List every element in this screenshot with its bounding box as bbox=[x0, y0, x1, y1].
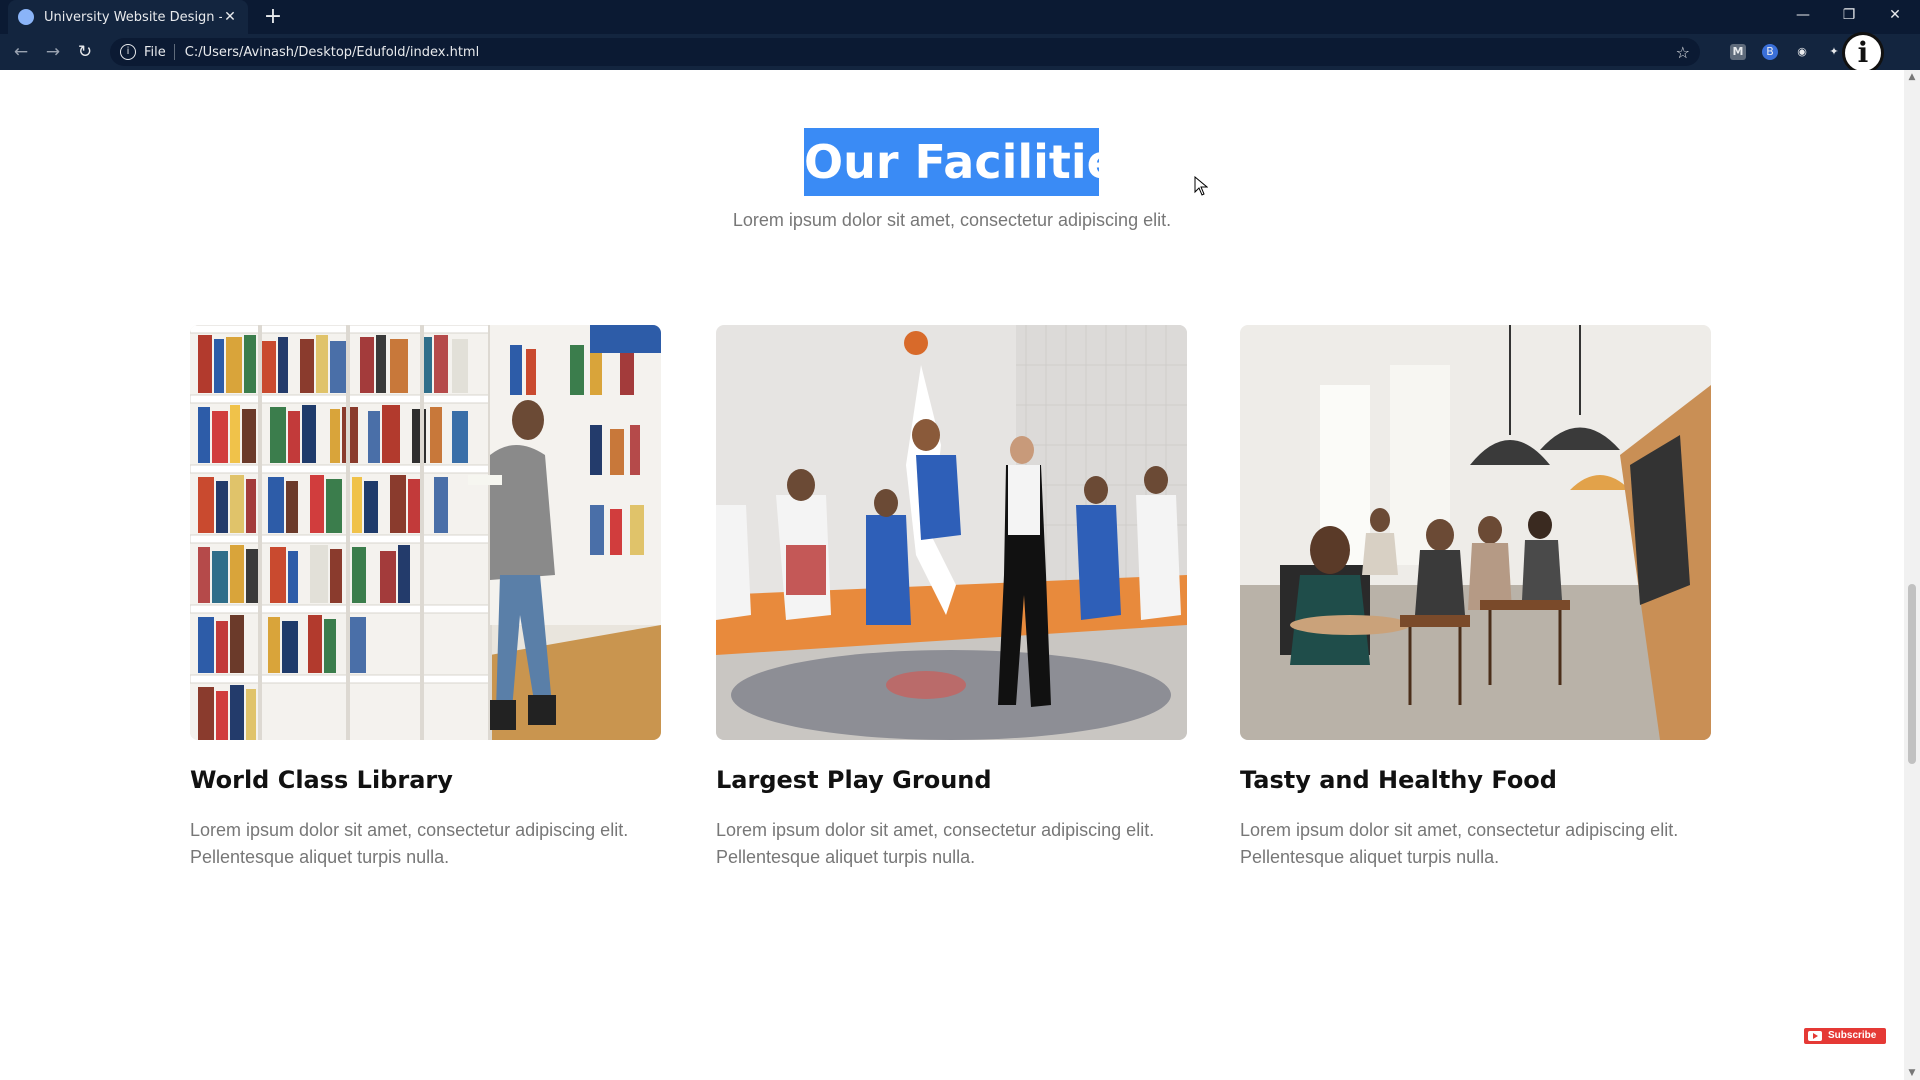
facility-card: World Class Library Lorem ipsum dolor si… bbox=[190, 325, 661, 871]
tab-strip: University Website Design - Easy ✕ + — ❐… bbox=[0, 0, 1920, 34]
divider bbox=[173, 44, 175, 60]
minimize-icon[interactable]: — bbox=[1780, 0, 1826, 34]
browser-toolbar: ← → ↻ i File C:/Users/Avinash/Desktop/Ed… bbox=[0, 34, 1920, 70]
subscribe-label: Subscribe bbox=[1828, 1030, 1877, 1041]
library-photo bbox=[190, 325, 661, 740]
section-subtitle: Lorem ipsum dolor sit amet, consectetur … bbox=[732, 210, 1172, 230]
facility-card: Largest Play Ground Lorem ipsum dolor si… bbox=[716, 325, 1187, 871]
extension-m-icon[interactable]: M bbox=[1730, 44, 1746, 60]
scroll-down-icon[interactable]: ▼ bbox=[1904, 1068, 1920, 1078]
youtube-icon bbox=[1808, 1031, 1822, 1041]
subscribe-button[interactable]: Subscribe bbox=[1804, 1028, 1886, 1044]
puzzle-icon[interactable]: ✦ bbox=[1826, 44, 1842, 60]
card-title: World Class Library bbox=[190, 766, 453, 794]
tab-title: University Website Design - Easy bbox=[44, 9, 222, 25]
url-text[interactable]: C:/Users/Avinash/Desktop/Edufold/index.h… bbox=[185, 45, 479, 60]
card-text: Lorem ipsum dolor sit amet, consectetur … bbox=[716, 819, 1155, 867]
address-bar[interactable]: i File C:/Users/Avinash/Desktop/Edufold/… bbox=[110, 38, 1700, 66]
card-title: Tasty and Healthy Food bbox=[1240, 766, 1557, 794]
bookmark-star-icon[interactable]: ☆ bbox=[1676, 43, 1690, 62]
page-scrollbar[interactable]: ▲ ▼ bbox=[1904, 70, 1920, 1080]
scheme-label: File bbox=[144, 44, 166, 60]
card-title: Largest Play Ground bbox=[716, 766, 992, 794]
camera-icon[interactable]: ◉ bbox=[1794, 44, 1810, 60]
web-page: Our Facilities Lorem ipsum dolor sit ame… bbox=[0, 70, 1904, 1080]
scroll-up-icon[interactable]: ▲ bbox=[1904, 72, 1920, 82]
info-icon[interactable]: i bbox=[120, 44, 136, 60]
back-icon[interactable]: ← bbox=[10, 41, 32, 63]
browser-tab[interactable]: University Website Design - Easy ✕ bbox=[8, 0, 248, 34]
card-text: Lorem ipsum dolor sit amet, consectetur … bbox=[190, 819, 629, 867]
basketball-photo bbox=[716, 325, 1187, 740]
mouse-cursor-icon bbox=[1194, 176, 1208, 196]
close-window-icon[interactable]: ✕ bbox=[1872, 0, 1918, 34]
new-tab-button[interactable]: + bbox=[260, 4, 286, 30]
cafe-photo bbox=[1240, 325, 1711, 740]
tab-close-icon[interactable]: ✕ bbox=[222, 9, 238, 25]
section-title: Our Facilities bbox=[804, 128, 1145, 196]
scrollbar-thumb[interactable] bbox=[1908, 584, 1916, 764]
reload-icon[interactable]: ↻ bbox=[74, 41, 96, 63]
extension-b-icon[interactable]: B bbox=[1762, 44, 1778, 60]
restore-icon[interactable]: ❐ bbox=[1826, 0, 1872, 34]
profile-avatar[interactable]: i bbox=[1842, 32, 1884, 74]
forward-icon[interactable]: → bbox=[42, 41, 64, 63]
globe-icon bbox=[18, 9, 34, 25]
card-text: Lorem ipsum dolor sit amet, consectetur … bbox=[1240, 819, 1679, 867]
facility-card: Tasty and Healthy Food Lorem ipsum dolor… bbox=[1240, 325, 1711, 871]
